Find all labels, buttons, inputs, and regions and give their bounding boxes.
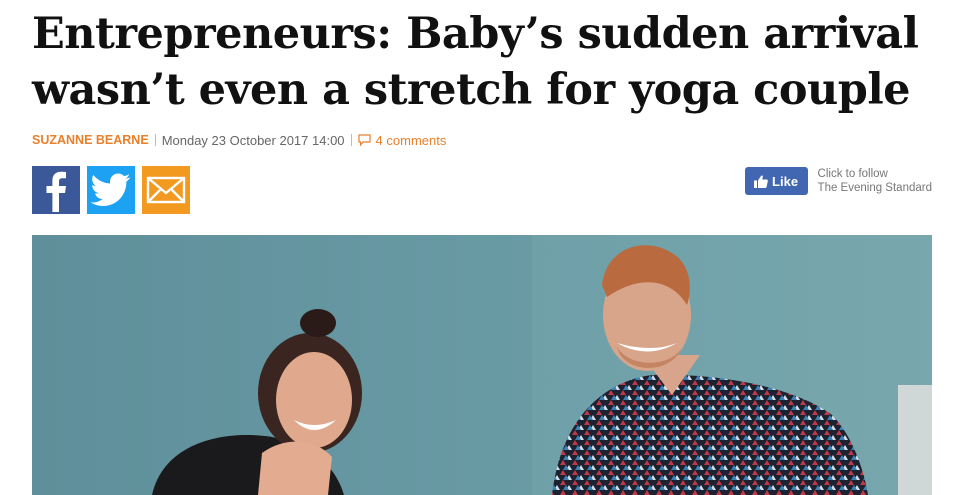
meta-divider xyxy=(350,134,352,146)
thumbs-up-icon xyxy=(754,175,768,188)
follow-line-1: Click to follow xyxy=(817,168,888,180)
article-hero-image xyxy=(32,235,932,495)
publish-date: Monday 23 October 2017 14:00 xyxy=(161,132,345,148)
author-link[interactable]: SUZANNE BEARNE xyxy=(32,133,149,147)
article-headline: Entrepreneurs: Baby’s sudden arrival was… xyxy=(32,9,919,115)
hero-photo xyxy=(32,235,932,495)
facebook-like-button[interactable]: Like xyxy=(744,167,808,195)
comments-link[interactable]: 4 comments xyxy=(357,132,447,148)
share-buttons xyxy=(32,166,190,214)
meta-divider xyxy=(154,134,156,146)
like-label: Like xyxy=(772,173,799,189)
comments-count: 4 comments xyxy=(375,132,447,148)
facebook-follow: Like Click to follow The Evening Standar… xyxy=(744,167,932,195)
email-share-button[interactable] xyxy=(142,166,190,214)
email-icon xyxy=(146,176,186,204)
facebook-share-button[interactable] xyxy=(32,166,80,214)
article-meta: SUZANNE BEARNE Monday 23 October 2017 14… xyxy=(32,131,446,149)
facebook-icon xyxy=(46,171,66,212)
comment-icon xyxy=(357,134,371,146)
follow-line-2: The Evening Standard xyxy=(817,182,932,194)
twitter-icon xyxy=(91,173,131,206)
twitter-share-button[interactable] xyxy=(87,166,135,214)
follow-text[interactable]: Click to follow The Evening Standard xyxy=(818,167,932,195)
